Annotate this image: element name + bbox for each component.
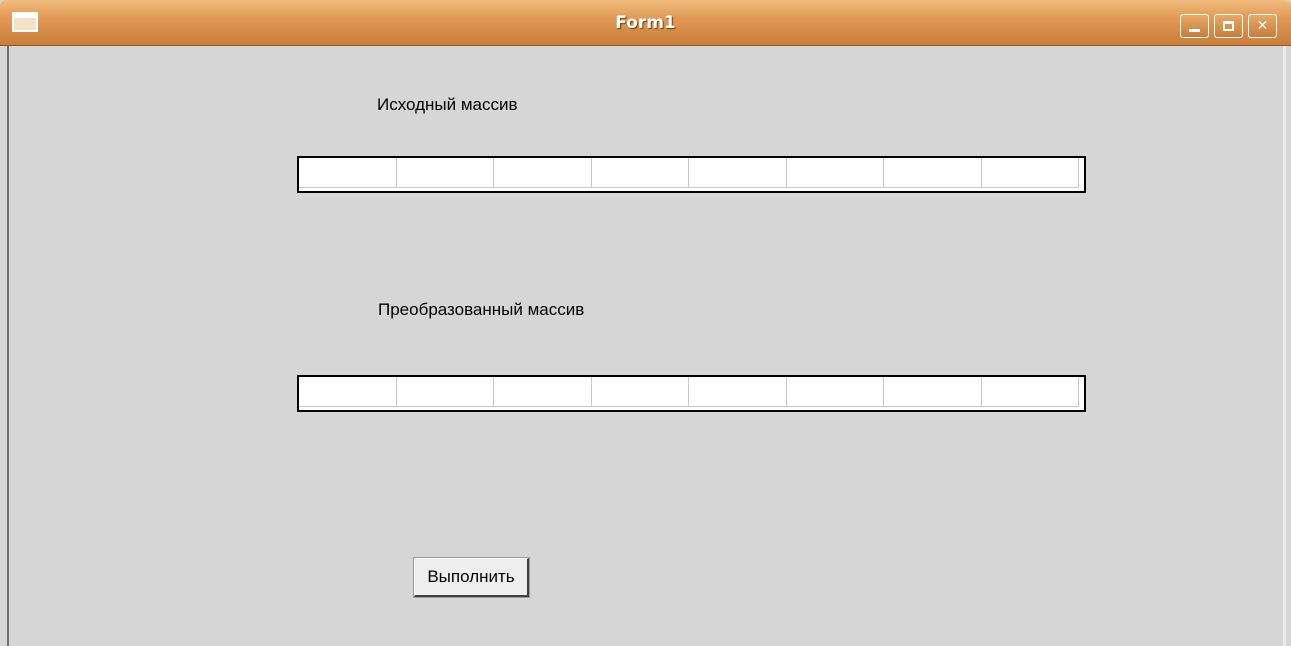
- result-cell-8[interactable]: [981, 377, 1079, 407]
- result-cell-5[interactable]: [689, 377, 787, 407]
- result-array-label: Преобразованный массив: [378, 300, 585, 319]
- minimize-button[interactable]: [1180, 14, 1209, 38]
- window-border-right: [1283, 46, 1286, 646]
- form1-window: Form1 ✕ Исходный массив Преобразованный …: [0, 0, 1291, 646]
- run-button[interactable]: Выполнить: [413, 557, 530, 598]
- result-cell-2[interactable]: [396, 377, 494, 407]
- result-cell-7[interactable]: [884, 377, 982, 407]
- source-cell-1[interactable]: [299, 158, 397, 188]
- source-cell-6[interactable]: [786, 158, 884, 188]
- source-array-label: Исходный массив: [377, 95, 518, 114]
- window-titlebar[interactable]: Form1 ✕: [0, 0, 1291, 46]
- minimize-icon: [1189, 29, 1200, 32]
- maximize-icon: [1223, 21, 1234, 31]
- result-array-grid[interactable]: [297, 375, 1086, 412]
- window-border-left: [7, 46, 9, 646]
- close-button[interactable]: ✕: [1248, 14, 1277, 38]
- source-cell-5[interactable]: [689, 158, 787, 188]
- maximize-button[interactable]: [1214, 14, 1243, 38]
- result-cell-4[interactable]: [591, 377, 689, 407]
- result-cell-1[interactable]: [299, 377, 397, 407]
- source-cell-7[interactable]: [884, 158, 982, 188]
- result-cell-3[interactable]: [494, 377, 592, 407]
- source-cell-3[interactable]: [494, 158, 592, 188]
- result-cell-6[interactable]: [786, 377, 884, 407]
- source-cell-4[interactable]: [591, 158, 689, 188]
- source-cell-2[interactable]: [396, 158, 494, 188]
- source-array-grid[interactable]: [297, 156, 1086, 193]
- source-cell-8[interactable]: [981, 158, 1079, 188]
- close-icon: ✕: [1256, 18, 1269, 34]
- window-title: Form1: [615, 13, 676, 33]
